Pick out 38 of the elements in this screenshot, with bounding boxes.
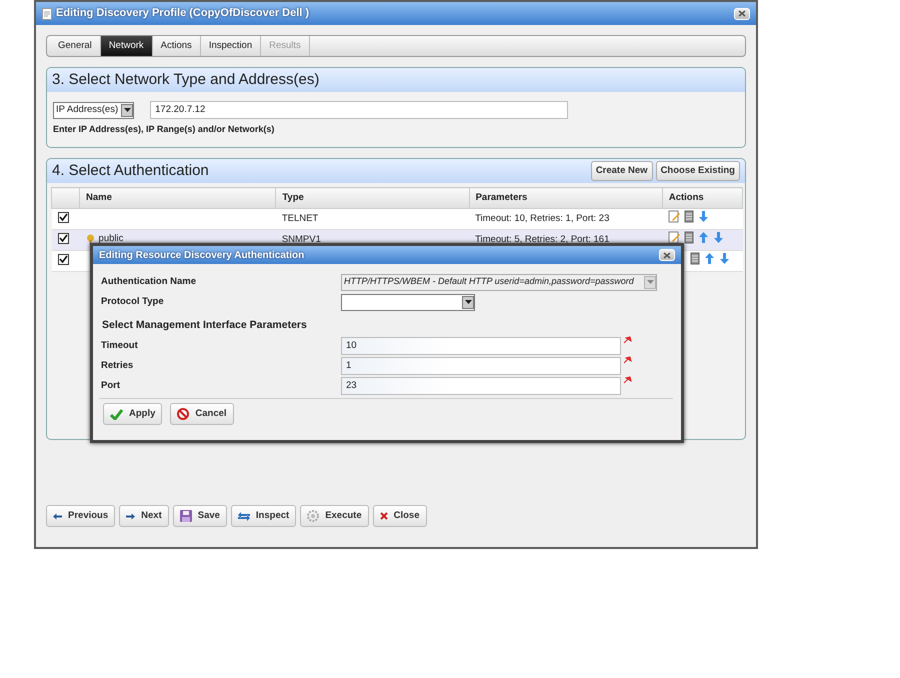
field-label: Retries [101, 358, 134, 373]
footer-button[interactable]: Next [119, 505, 169, 527]
footer-button[interactable]: Save [172, 505, 227, 527]
table-cell: SNMPV1 [282, 234, 321, 246]
type-select[interactable]: IP Address(es) [53, 102, 134, 118]
section-heading: Select Management Interface Parameters [101, 318, 307, 334]
footer-button[interactable]: Close [372, 505, 426, 527]
tab[interactable]: Network [100, 36, 153, 56]
dialog-button[interactable]: Apply [103, 403, 162, 425]
tab[interactable]: Actions [152, 36, 201, 56]
table-cell: Timeout: 5, Retries: 2, Port: 161 [475, 234, 610, 246]
field-label: Authentication Name [101, 274, 198, 289]
field-label: Port [101, 378, 121, 393]
section-title: 4. Select Authentication [52, 160, 210, 181]
footer-button[interactable]: Inspect [230, 505, 296, 527]
header-button[interactable]: Create New [590, 160, 653, 182]
tab[interactable]: Inspection [200, 36, 262, 56]
footer-button[interactable]: Previous [46, 505, 116, 527]
dialog-button[interactable]: Cancel [170, 403, 234, 425]
field-label: Protocol Type [101, 294, 165, 309]
input-field[interactable]: 23 [341, 377, 621, 395]
column-header: Name [80, 188, 276, 209]
table-cell: Timeout: 10, Retries: 1, Port: 23 [475, 213, 610, 224]
input-field[interactable]: 1 [341, 357, 621, 375]
footer-button[interactable]: Execute [300, 505, 369, 527]
address-field[interactable]: 172.20.7.12 [150, 101, 568, 119]
table-cell: public [98, 232, 124, 246]
dialog-title: Editing Resource Discovery Authentication [99, 248, 304, 262]
column-header: Parameters [469, 188, 662, 209]
hint-text: Enter IP Address(es), IP Range(s) and/or Network(s) [52, 123, 276, 136]
field-label: Timeout [101, 338, 139, 353]
header-button[interactable]: Choose Existing [656, 160, 740, 182]
window-title: Editing Discovery Profile (CopyOfDiscover Dell ) [56, 6, 310, 22]
section-title: 3. Select Network Type and Address(es) [47, 68, 745, 92]
table-cell: TELNET [282, 213, 318, 224]
input-field[interactable]: 10 [341, 337, 621, 355]
column-header: Type [276, 188, 470, 209]
column-header: Actions [662, 188, 742, 209]
